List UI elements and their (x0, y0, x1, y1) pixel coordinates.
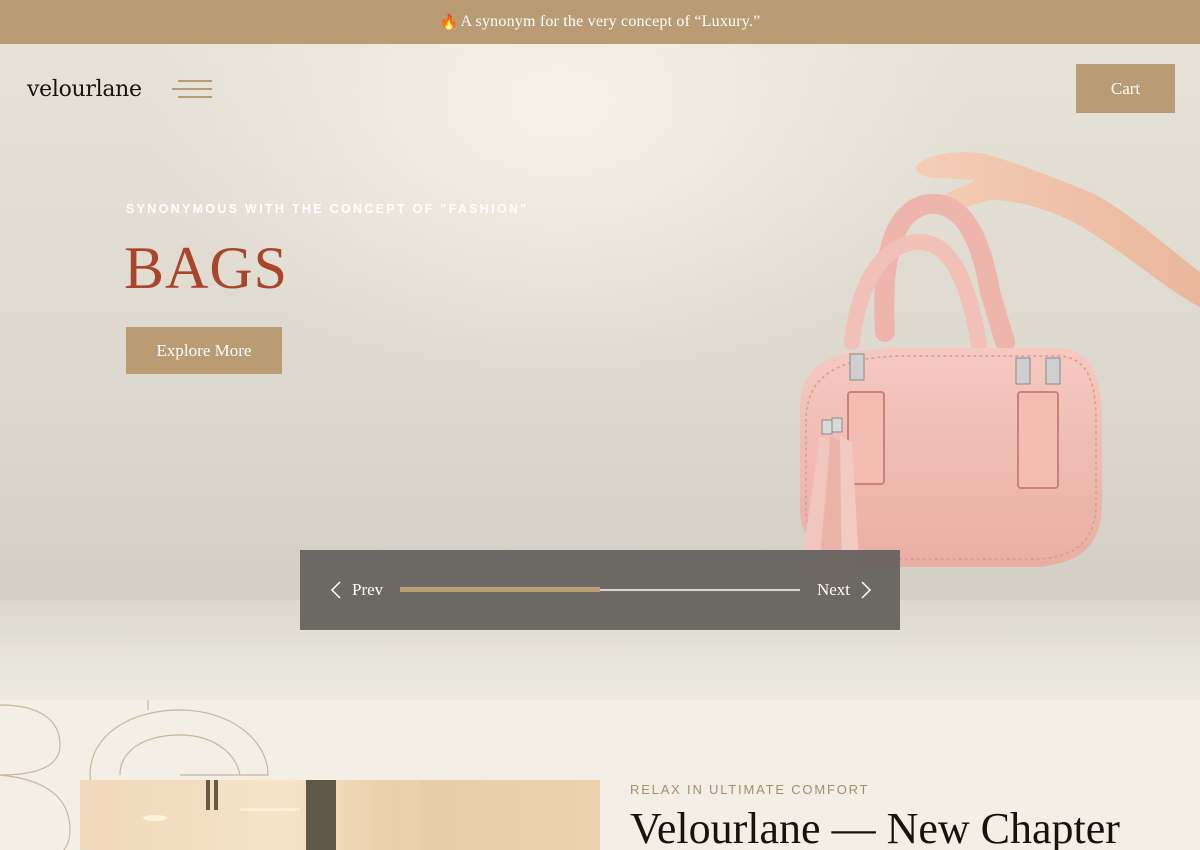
announcement-bar: 🔥 A synonym for the very concept of “Lux… (0, 0, 1200, 44)
hero-slider-control: Prev Next (300, 550, 900, 630)
explore-more-button[interactable]: Explore More (126, 327, 282, 374)
interior-photo (80, 780, 600, 850)
flame-icon: 🔥 (439, 14, 459, 31)
slider-progress-track[interactable] (400, 587, 800, 592)
chevron-right-icon (861, 581, 872, 599)
about-section: RELAX IN ULTIMATE COMFORT Velourlane — N… (0, 700, 1200, 850)
hamburger-menu-icon[interactable] (172, 80, 214, 100)
handbag-image (800, 152, 1200, 592)
prev-slide-button[interactable]: Prev (330, 550, 383, 630)
hero-eyebrow: SYNONYMOUS WITH THE CONCEPT OF "FASHION" (126, 202, 529, 216)
section-title: Velourlane — New Chapter (630, 804, 1120, 850)
section-eyebrow: RELAX IN ULTIMATE COMFORT (630, 782, 870, 797)
next-label: Next (816, 580, 850, 599)
next-slide-button[interactable]: Next (817, 550, 872, 630)
hero-section: velourlane Cart SYNONYMOUS WITH THE CONC… (0, 44, 1200, 700)
slider-progress-fill (400, 587, 600, 592)
site-logo[interactable]: velourlane (27, 77, 142, 102)
hero-title: BAGS (124, 235, 289, 301)
prev-label: Prev (352, 580, 384, 599)
chevron-left-icon (330, 581, 341, 599)
announcement-text: A synonym for the very concept of “Luxur… (460, 13, 761, 30)
